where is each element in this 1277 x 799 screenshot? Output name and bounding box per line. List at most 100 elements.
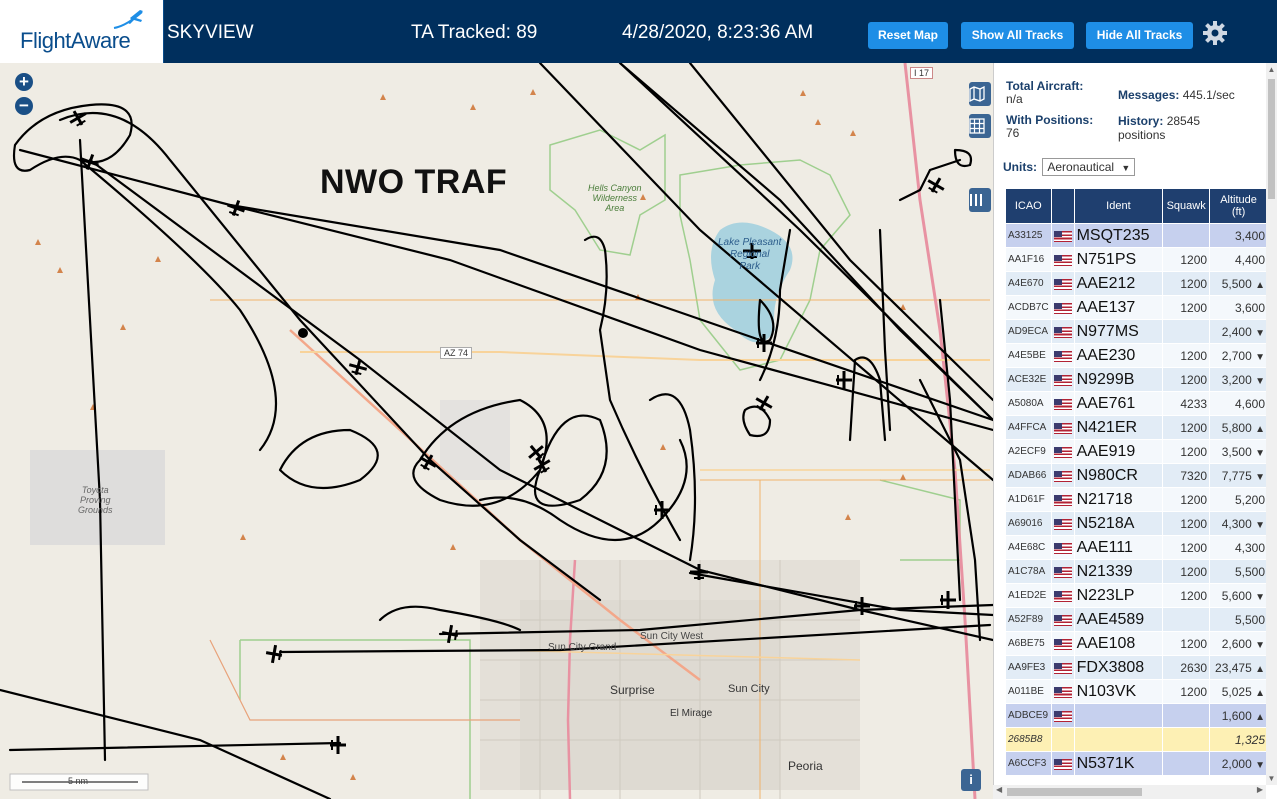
table-row[interactable]: ACDB7C AAE137 1200 3,600 — [1006, 296, 1267, 319]
flightaware-logo[interactable]: FlightAware — [0, 0, 164, 63]
table-row[interactable]: A1D61F N21718 1200 5,200 — [1006, 488, 1267, 511]
ident-cell: N21339 — [1074, 560, 1163, 583]
squawk-cell: 1200 — [1163, 296, 1210, 319]
icao-cell: A4FFCA — [1006, 416, 1051, 439]
squawk-cell: 7320 — [1163, 464, 1210, 487]
top-header: FlightAware SKYVIEW TA Tracked: 89 4/28/… — [0, 0, 1277, 63]
map-view[interactable]: NWO TRAF Hells Canyon Wilderness Area Lake… — [0, 63, 993, 799]
altitude-trend-icon: ▲ — [1255, 279, 1265, 291]
table-row[interactable]: A4FFCA N421ER 1200 5,800 ▲ — [1006, 416, 1267, 439]
toggle-columns-icon[interactable] — [969, 188, 991, 212]
squawk-cell: 1200 — [1163, 536, 1210, 559]
scroll-up-icon[interactable]: ▲ — [1266, 65, 1277, 74]
us-flag-icon — [1053, 662, 1072, 674]
settings-gear-icon[interactable] — [1202, 20, 1228, 46]
icao-cell: A1ED2E — [1006, 584, 1051, 607]
sun-city-west-label: Sun City West — [640, 631, 704, 642]
reset-map-button[interactable]: Reset Map — [868, 22, 948, 49]
icao-cell: A6BE75 — [1006, 632, 1051, 655]
col-altitude-header[interactable]: Altitude (ft) — [1210, 189, 1267, 223]
us-flag-icon — [1053, 686, 1072, 698]
table-row[interactable]: A52F89 AAE4589 5,500 — [1006, 608, 1267, 631]
col-ident-header[interactable]: Ident — [1074, 189, 1163, 223]
zoom-in-button[interactable]: + — [15, 73, 33, 91]
table-row[interactable]: A69016 N5218A 1200 4,300 ▼ — [1006, 512, 1267, 535]
flag-cell — [1051, 752, 1074, 775]
flag-cell — [1051, 344, 1074, 367]
table-row[interactable]: ACE32E N9299B 1200 3,200 ▼ — [1006, 368, 1267, 391]
flag-cell — [1051, 224, 1074, 247]
altitude-cell: 2,000 ▼ — [1210, 752, 1267, 775]
hells-canyon-label: Hells Canyon Wilderness Area — [588, 183, 642, 213]
us-flag-icon — [1053, 446, 1072, 458]
table-row[interactable]: A4E670 AAE212 1200 5,500 ▲ — [1006, 272, 1267, 295]
us-flag-icon — [1053, 518, 1072, 530]
units-select[interactable]: Aeronautical ▼ — [1042, 158, 1136, 176]
table-row[interactable]: A6CCF3 N5371K 2,000 ▼ — [1006, 752, 1267, 775]
ident-cell: MSQT235 — [1074, 224, 1163, 247]
map-grid-icon[interactable] — [969, 114, 991, 138]
altitude-cell: 5,500 — [1210, 560, 1267, 583]
altitude-cell: 3,600 — [1210, 296, 1267, 319]
ident-cell: N421ER — [1074, 416, 1163, 439]
squawk-cell — [1163, 704, 1210, 727]
vertical-scroll-thumb[interactable] — [1268, 79, 1275, 199]
table-row[interactable]: A1C78A N21339 1200 5,500 — [1006, 560, 1267, 583]
panel-horizontal-scrollbar[interactable]: ◀ ▶ — [993, 785, 1266, 799]
ident-cell: N21718 — [1074, 488, 1163, 511]
total-aircraft-value: n/a — [1006, 92, 1023, 106]
panel-vertical-scrollbar[interactable]: ▲ ▼ — [1266, 63, 1277, 785]
hide-all-tracks-button[interactable]: Hide All Tracks — [1086, 22, 1193, 49]
map-info-button[interactable]: i — [961, 769, 981, 791]
table-row[interactable]: A011BE N103VK 1200 5,025 ▲ — [1006, 680, 1267, 703]
icao-cell: ADAB66 — [1006, 464, 1051, 487]
icao-cell: A011BE — [1006, 680, 1051, 703]
us-flag-icon — [1053, 326, 1072, 338]
table-row[interactable]: ADAB66 N980CR 7320 7,775 ▼ — [1006, 464, 1267, 487]
table-row[interactable]: A1ED2E N223LP 1200 5,600 ▼ — [1006, 584, 1267, 607]
table-row[interactable]: A2ECF9 AAE919 1200 3,500 ▼ — [1006, 440, 1267, 463]
scroll-right-icon[interactable]: ▶ — [1257, 785, 1263, 794]
altitude-cell: 5,500 ▲ — [1210, 272, 1267, 295]
us-flag-icon — [1053, 278, 1072, 290]
side-panel: Total Aircraft: n/a With Positions: 76 M… — [993, 63, 1277, 799]
table-row[interactable]: A4E68C AAE111 1200 4,300 — [1006, 536, 1267, 559]
horizontal-scroll-thumb[interactable] — [1007, 788, 1142, 796]
table-row[interactable]: A4E5BE AAE230 1200 2,700 ▼ — [1006, 344, 1267, 367]
altitude-cell: 5,600 ▼ — [1210, 584, 1267, 607]
table-row[interactable]: AA9FE3 FDX3808 2630 23,475 ▲ — [1006, 656, 1267, 679]
icao-cell: A69016 — [1006, 512, 1051, 535]
col-icao-header[interactable]: ICAO — [1006, 189, 1051, 223]
toyota-proving-grounds-label: Toyota Proving Grounds — [78, 485, 113, 515]
zoom-out-button[interactable]: − — [15, 97, 33, 115]
ident-cell: AAE919 — [1074, 440, 1163, 463]
altitude-trend-icon: ▲ — [1255, 663, 1265, 675]
ta-tracked-count: TA Tracked: 89 — [411, 22, 538, 43]
table-row[interactable]: A6BE75 AAE108 1200 2,600 ▼ — [1006, 632, 1267, 655]
table-row[interactable]: A33125 MSQT235 3,400 — [1006, 224, 1267, 247]
ident-cell: N977MS — [1074, 320, 1163, 343]
table-row[interactable]: A5080A AAE761 4233 4,600 — [1006, 392, 1267, 415]
table-row[interactable]: ADBCE9 1,600 ▲ — [1006, 704, 1267, 727]
altitude-trend-icon: ▼ — [1255, 591, 1265, 603]
table-row[interactable]: AA1F16 N751PS 1200 4,400 — [1006, 248, 1267, 271]
history-unit: positions — [1118, 128, 1166, 142]
show-all-tracks-button[interactable]: Show All Tracks — [961, 22, 1074, 49]
squawk-cell: 1200 — [1163, 344, 1210, 367]
ident-cell — [1074, 728, 1163, 751]
ident-cell: AAE761 — [1074, 392, 1163, 415]
scroll-down-icon[interactable]: ▼ — [1266, 774, 1277, 783]
ident-cell: AAE212 — [1074, 272, 1163, 295]
col-squawk-header[interactable]: Squawk — [1163, 189, 1210, 223]
altitude-cell: 7,775 ▼ — [1210, 464, 1267, 487]
table-row[interactable]: 2685B8 1,325 — [1006, 728, 1267, 751]
flag-cell — [1051, 560, 1074, 583]
squawk-cell: 1200 — [1163, 416, 1210, 439]
ident-cell: FDX3808 — [1074, 656, 1163, 679]
scroll-left-icon[interactable]: ◀ — [996, 785, 1002, 794]
altitude-cell: 3,400 — [1210, 224, 1267, 247]
map-layers-icon[interactable] — [969, 82, 991, 106]
table-row[interactable]: AD9ECA N977MS 2,400 ▼ — [1006, 320, 1267, 343]
altitude-cell: 4,300 — [1210, 536, 1267, 559]
icao-cell: AD9ECA — [1006, 320, 1051, 343]
